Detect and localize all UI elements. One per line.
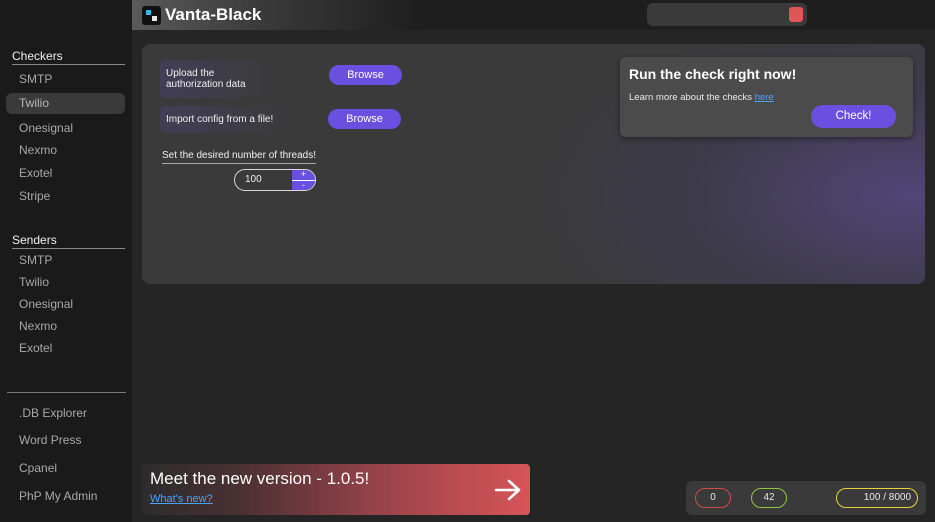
header-search-field[interactable] [647,3,807,26]
threads-input[interactable] [245,170,290,190]
checkers-section-title: Checkers [12,49,125,65]
config-import-label: Import config from a file! [160,106,290,133]
threads-stepper: + - [234,169,316,191]
senders-section-title: Senders [12,233,125,249]
checker-item-smtp[interactable]: SMTP [6,69,125,90]
app-logo-icon [142,6,161,25]
threads-label: Set the desired number of threads! [162,150,316,164]
tool-item-phpmyadmin[interactable]: PhP My Admin [6,486,125,507]
checker-item-onesignal[interactable]: Onesignal [6,118,125,139]
whats-new-link[interactable]: What's new? [150,493,213,505]
promo-banner[interactable]: Meet the new version - 1.0.5! What's new… [142,464,530,515]
status-bar: 0 42 100 / 8000 [686,481,926,515]
check-card-text: Learn more about the checks here [629,92,774,103]
main-panel: Upload the authorization data Browse Imp… [142,44,925,284]
sender-item-onesignal[interactable]: Onesignal [6,294,125,315]
check-card-title: Run the check right now! [629,66,797,82]
check-card-description: Learn more about the checks [629,92,755,103]
sidebar: Checkers SMTP Twilio Onesignal Nexmo Exo… [0,0,132,522]
close-button[interactable] [789,7,803,22]
checker-item-nexmo[interactable]: Nexmo [6,140,125,161]
checker-item-exotel[interactable]: Exotel [6,163,125,184]
tool-item-cpanel[interactable]: Cpanel [6,458,125,479]
sender-item-nexmo[interactable]: Nexmo [6,316,125,337]
header-bar: Vanta-Black [132,0,935,30]
tool-item-db-explorer[interactable]: .DB Explorer [6,403,125,424]
app-title: Vanta-Black [165,5,262,24]
progress-count-badge: 100 / 8000 [836,488,918,508]
sender-item-smtp[interactable]: SMTP [6,250,125,271]
valid-count-badge: 42 [751,488,787,508]
auth-data-label: Upload the authorization data [160,60,280,98]
auth-browse-button[interactable]: Browse [329,65,402,85]
learn-more-link[interactable]: here [755,92,774,103]
decrement-button[interactable]: - [292,180,315,190]
error-count-badge: 0 [695,488,731,508]
check-card: Run the check right now! Learn more abou… [620,57,913,137]
config-browse-button[interactable]: Browse [328,109,401,129]
promo-title: Meet the new version - 1.0.5! [150,469,370,488]
tool-item-wordpress[interactable]: Word Press [6,430,125,451]
sender-item-twilio[interactable]: Twilio [6,272,125,293]
checker-item-twilio[interactable]: Twilio [6,93,125,114]
sender-item-exotel[interactable]: Exotel [6,338,125,359]
sidebar-divider [7,392,126,393]
stepper-buttons: + - [292,170,315,190]
app-window: Checkers SMTP Twilio Onesignal Nexmo Exo… [0,0,935,522]
check-button[interactable]: Check! [811,105,896,128]
arrow-right-icon[interactable] [494,479,522,501]
checker-item-stripe[interactable]: Stripe [6,186,125,207]
increment-button[interactable]: + [292,170,315,180]
